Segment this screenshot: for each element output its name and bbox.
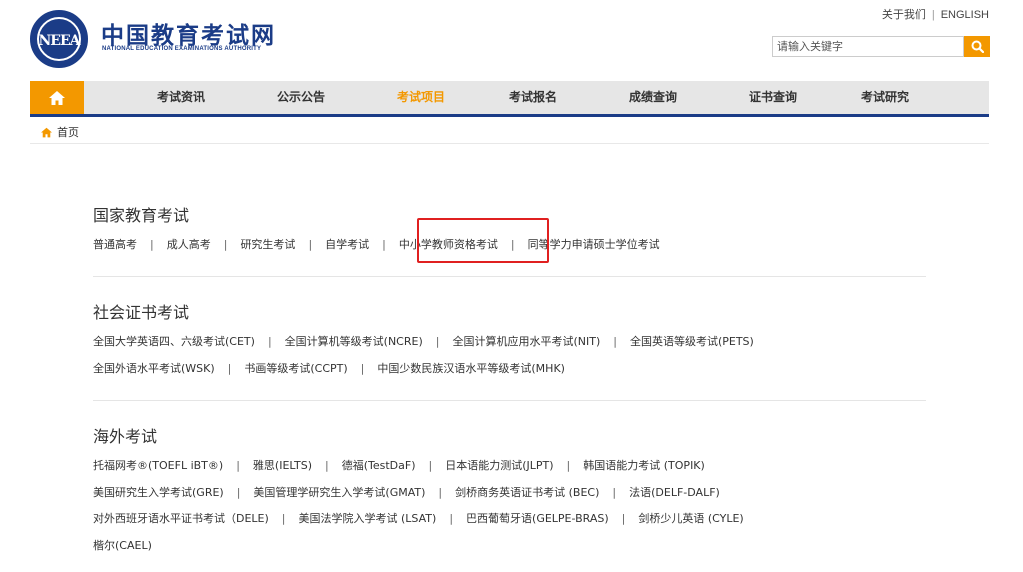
link-separator: | [449,512,454,525]
exam-link[interactable]: 全国大学英语四、六级考试(CET) [93,335,255,348]
home-icon [41,127,52,137]
nav-item-news[interactable]: 考试资讯 [157,81,205,114]
exam-link[interactable]: 巴西葡萄牙语(GELPE-BRAS) [466,512,609,525]
overseas-exams-row-4: 楷尔(CAEL) [93,537,152,553]
exam-link[interactable]: 自学考试 [325,238,369,251]
link-separator: | [382,238,386,251]
certificate-exams-row-2: 全国外语水平考试(WSK) | 书画等级考试(CCPT) | 中国少数民族汉语水平等级考… [93,360,565,376]
link-separator: | [236,486,241,499]
section-title-overseas-exams: 海外考试 [93,427,158,446]
exam-link[interactable]: 美国法学院入学考试 (LSAT) [299,512,437,525]
link-separator: | [435,335,440,348]
exam-link[interactable]: 日本语能力测试(JLPT) [445,459,553,472]
exam-link[interactable]: 托福网考®(TOEFL iBT®) [93,459,223,472]
national-exams-row: 普通高考 | 成人高考 | 研究生考试 | 自学考试 | 中小学教师资格考试 | 同等学力申请硕士学… [93,236,660,252]
link-separator: | [612,486,617,499]
nav-item-certificate-query[interactable]: 证书查询 [749,81,797,114]
exam-link[interactable]: 研究生考试 [240,238,295,251]
home-icon [49,90,65,105]
exam-link[interactable]: 剑桥商务英语证书考试 (BEC) [455,486,599,499]
section-title-certificate-exams: 社会证书考试 [93,303,190,322]
english-link[interactable]: ENGLISH [941,9,989,21]
link-separator: | [223,238,228,251]
link-separator: | [325,459,329,472]
exam-link[interactable]: 美国管理学研究生入学考试(GMAT) [253,486,425,499]
exam-link[interactable]: 书画等级考试(CCPT) [244,362,347,375]
nav-home-button[interactable] [30,81,84,114]
link-separator: | [621,512,626,525]
site-subtitle-en: NATIONAL EDUCATION EXAMINATIONS AUTHORIT… [102,46,262,52]
link-separator: | [308,238,313,251]
top-links: 关于我们 | ENGLISH [882,6,989,22]
nav-item-registration[interactable]: 考试报名 [509,81,557,114]
overseas-exams-row-2: 美国研究生入学考试(GRE) | 美国管理学研究生入学考试(GMAT) | 剑桥商务英语… [93,484,720,500]
nav-item-exam-projects[interactable]: 考试项目 [397,81,445,114]
site-title[interactable]: 中国教育考试网 [101,16,276,50]
link-separator: | [267,335,272,348]
exam-link[interactable]: 全国英语等级考试(PETS) [630,335,754,348]
link-separator: | [281,512,286,525]
nav-item-research[interactable]: 考试研究 [861,81,909,114]
exam-link[interactable]: 普通高考 [93,238,137,251]
top-link-separator: | [931,9,935,21]
link-separator: | [438,486,443,499]
about-us-link[interactable]: 关于我们 [882,9,926,21]
exam-link[interactable]: 中国少数民族汉语水平等级考试(MHK) [377,362,565,375]
exam-link[interactable]: 成人高考 [167,238,211,251]
search-input[interactable] [772,36,964,57]
exam-link[interactable]: 剑桥少儿英语 (CYLE) [638,512,743,525]
exam-link[interactable]: 楷尔(CAEL) [93,539,152,552]
section-divider [93,400,926,401]
section-divider [93,276,926,277]
highlight-box [417,218,549,263]
link-separator: | [613,335,617,348]
search-box [772,36,990,57]
exam-link[interactable]: 美国研究生入学考试(GRE) [93,486,224,499]
neea-logo-emblem[interactable]: NEEA [30,10,88,68]
exam-link[interactable]: 德福(TestDaF) [342,459,416,472]
link-separator: | [227,362,232,375]
search-button[interactable] [964,36,990,57]
breadcrumb-home-link[interactable]: 首页 [57,124,79,140]
overseas-exams-row-3: 对外西班牙语水平证书考试（DELE) | 美国法学院入学考试 (LSAT) | 巴西葡萄… [93,510,744,526]
link-separator: | [236,459,240,472]
exam-link[interactable]: 全国计算机应用水平考试(NIT) [452,335,600,348]
certificate-exams-row-1: 全国大学英语四、六级考试(CET) | 全国计算机等级考试(NCRE) | 全国计算机应… [93,333,754,349]
logo-emblem-text: NEEA [38,33,80,49]
exam-link[interactable]: 法语(DELF-DALF) [629,486,720,499]
link-separator: | [360,362,365,375]
nav-item-announcements[interactable]: 公示公告 [277,81,325,114]
link-separator: | [150,238,154,251]
main-nav: 考试资讯 公示公告 考试项目 考试报名 成绩查询 证书查询 考试研究 [30,81,989,117]
exam-link[interactable]: 雅思(IELTS) [253,459,312,472]
link-separator: | [428,459,433,472]
search-icon [971,40,984,53]
breadcrumb-divider [30,143,989,144]
exam-link[interactable]: 对外西班牙语水平证书考试（DELE) [93,512,269,525]
section-title-national-exams: 国家教育考试 [93,206,190,225]
exam-link[interactable]: 全国计算机等级考试(NCRE) [285,335,423,348]
overseas-exams-row-1: 托福网考®(TOEFL iBT®) | 雅思(IELTS) | 德福(TestDaF) |… [93,457,705,473]
exam-link[interactable]: 韩国语能力考试 (TOPIK) [583,459,705,472]
exam-link[interactable]: 全国外语水平考试(WSK) [93,362,215,375]
link-separator: | [566,459,571,472]
breadcrumb: 首页 [40,124,79,140]
nav-item-score-query[interactable]: 成绩查询 [629,81,677,114]
